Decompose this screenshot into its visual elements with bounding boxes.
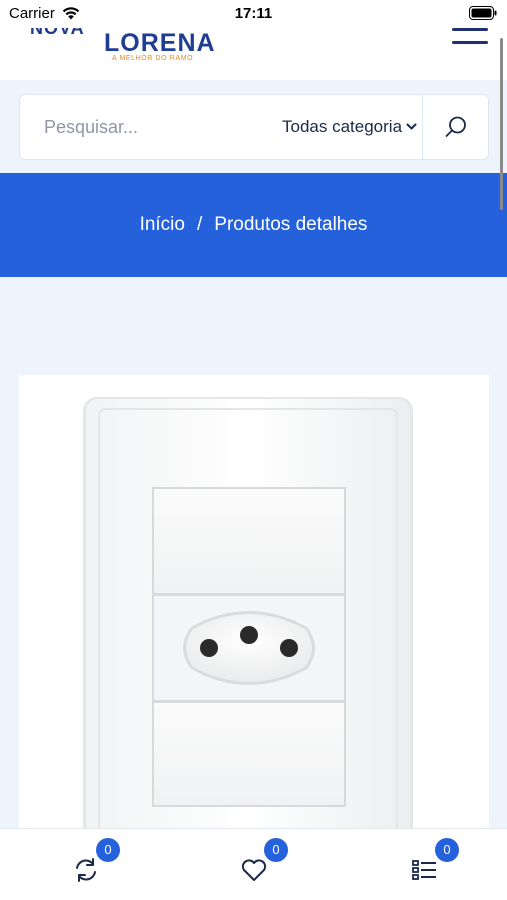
hamburger-icon [452,28,488,31]
compare-count-badge: 0 [96,838,120,862]
breadcrumb: Início / Produtos detalhes [140,214,368,236]
bottom-tab-bar: 0 0 0 [0,828,507,900]
breadcrumb-current: Produtos detalhes [214,214,368,235]
product-image-card[interactable] [19,375,489,835]
chevron-down-icon [406,123,417,130]
menu-button[interactable] [448,28,492,52]
search-button[interactable] [422,95,489,159]
store-logo[interactable]: NOVA LORENA A MELHOR DO RAMO [28,28,228,66]
breadcrumb-banner: Início / Produtos detalhes [0,173,507,277]
logo-mark: NOVA [30,28,85,38]
heart-icon [241,859,267,881]
list-icon [412,860,436,880]
app-header: NOVA LORENA A MELHOR DO RAMO [0,28,507,80]
wall-outlet-image [83,397,413,835]
category-label: Todas categoria [282,117,403,136]
search-input[interactable] [44,95,274,159]
compare-icon [76,858,96,882]
list-count-badge: 0 [435,838,459,862]
scrollbar[interactable] [500,38,503,210]
tab-compare[interactable]: 0 [56,829,120,900]
wishlist-count-badge: 0 [264,838,288,862]
hamburger-icon [452,41,488,44]
logo-tagline: A MELHOR DO RAMO [112,55,194,62]
breadcrumb-home-link[interactable]: Início [140,214,185,235]
category-dropdown[interactable]: Todas categoria [282,95,422,159]
logo-name: LORENA [104,29,216,57]
breadcrumb-separator: / [196,214,203,235]
clock: 17:11 [234,5,273,22]
tab-wishlist[interactable]: 0 [224,829,288,900]
status-bar: Carrier 17:11 [0,0,507,28]
battery-icon [469,6,497,20]
tab-list[interactable]: 0 [395,829,459,900]
search-bar: Todas categoria [19,94,489,160]
search-icon [445,116,466,137]
